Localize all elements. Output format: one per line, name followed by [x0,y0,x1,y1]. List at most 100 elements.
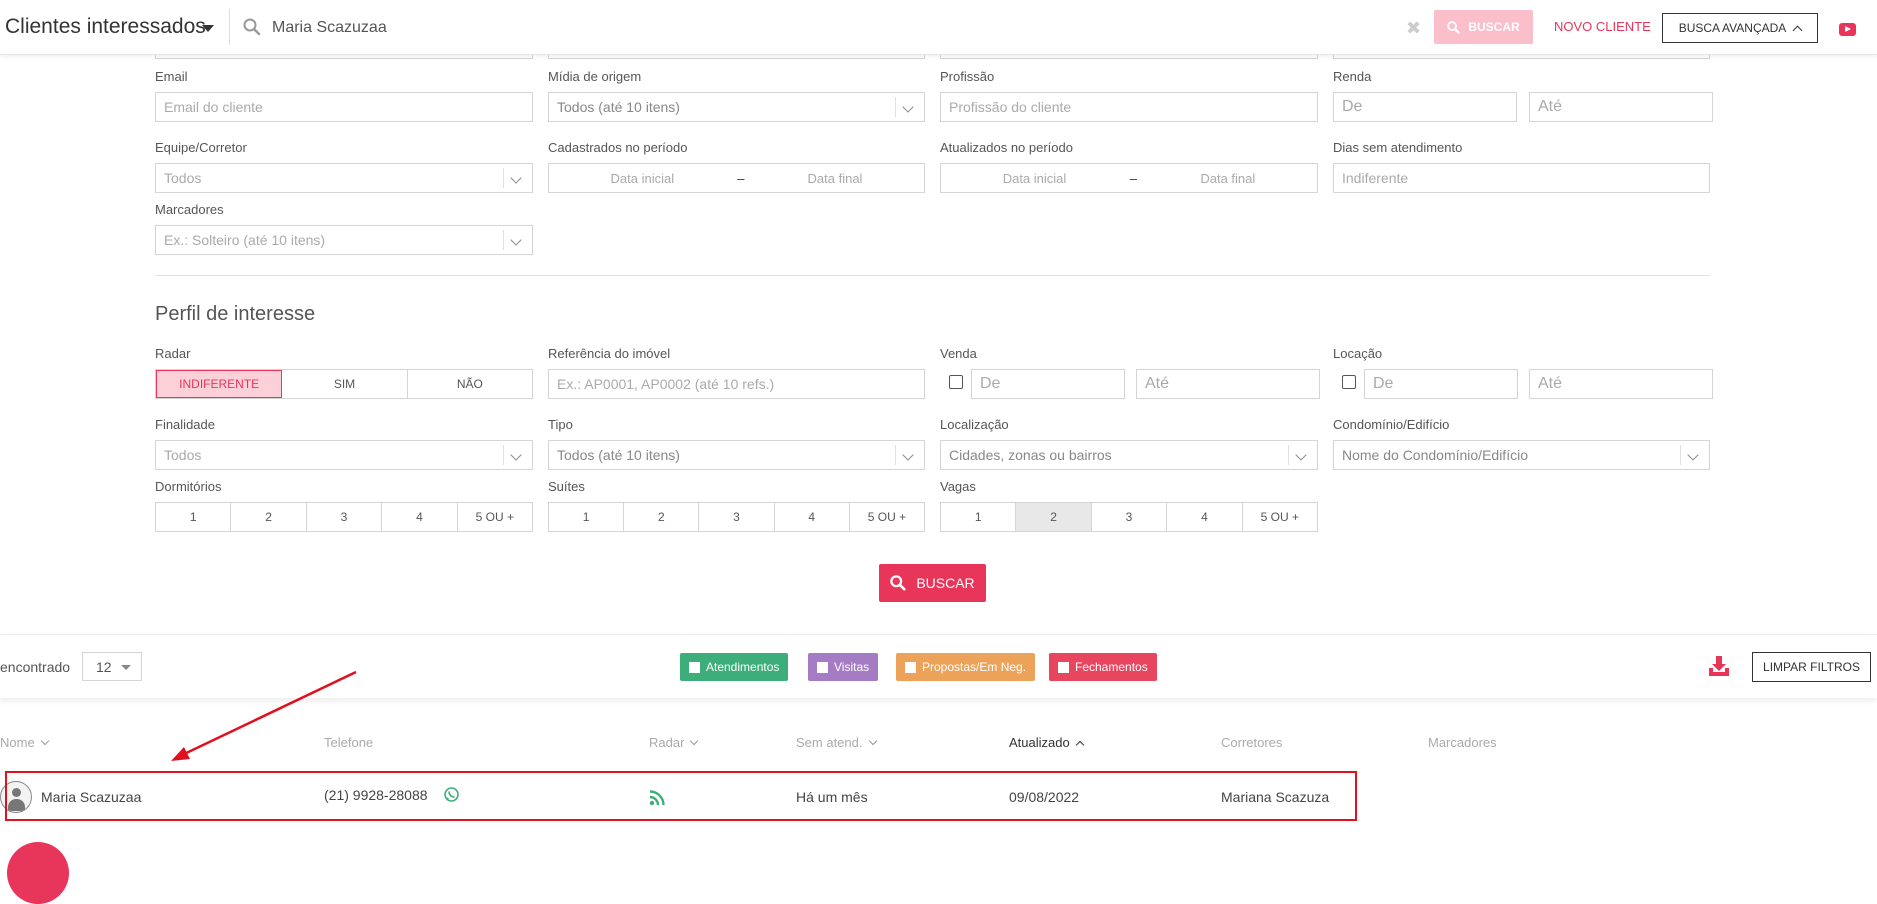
caret-down-icon[interactable] [202,25,214,32]
locacao-de-field[interactable]: De [1364,369,1518,399]
vagas-toggle: 1 2 3 4 5 OU + [940,502,1318,532]
locacao-de-placeholder: De [1373,375,1394,392]
vagas-option[interactable]: 1 [941,503,1017,531]
novo-cliente-link[interactable]: NOVO CLIENTE [1554,19,1651,34]
data-inicial[interactable]: Data inicial [1003,171,1067,186]
radar-label: Radar [155,346,191,361]
vagas-option[interactable]: 3 [1092,503,1168,531]
tag-fechamentos[interactable]: Fechamentos [1049,653,1157,681]
dormitorios-option[interactable]: 4 [382,503,458,531]
suites-option[interactable]: 1 [549,503,625,531]
localizacao-label: Localização [940,417,1009,432]
chevron-up-icon [1075,740,1084,749]
busca-avancada-label: BUSCA AVANÇADA [1678,21,1787,35]
renda-de-field[interactable]: De [1333,92,1517,122]
dormitorios-option[interactable]: 1 [156,503,232,531]
suites-option[interactable]: 4 [775,503,850,531]
suites-option[interactable]: 5 OU + [850,503,924,531]
localizacao-value: Cidades, zonas ou bairros [949,447,1112,463]
chevron-down-icon [40,736,49,745]
renda-label: Renda [1333,69,1372,84]
suites-option[interactable]: 2 [624,503,700,531]
youtube-icon[interactable] [1839,23,1856,36]
locacao-label: Locação [1333,346,1383,361]
dias-field[interactable]: Indiferente [1333,163,1710,193]
vagas-option[interactable]: 5 OU + [1243,503,1317,531]
marcadores-label: Marcadores [155,202,224,217]
cadastrados-range[interactable]: Data inicial – Data final [548,163,925,193]
radar-option-indiferente[interactable]: INDIFERENTE [156,370,283,398]
suites-option[interactable]: 3 [699,503,775,531]
per-page-select[interactable]: 12 [82,652,142,681]
col-label: Nome [0,735,35,750]
venda-de-field[interactable]: De [971,369,1125,399]
marcadores-value: Ex.: Solteiro (até 10 itens) [164,232,326,248]
dias-label: Dias sem atendimento [1333,140,1463,155]
dormitorios-option[interactable]: 5 OU + [458,503,532,531]
email-field[interactable]: Email do cliente [155,92,533,122]
data-final[interactable]: Data final [808,171,863,186]
buscar-main-label: BUSCAR [916,575,975,591]
dormitorios-option[interactable]: 3 [307,503,383,531]
radar-toggle: INDIFERENTE SIM NÃO [155,369,533,399]
atualizados-range[interactable]: Data inicial – Data final [940,163,1318,193]
results-bar: encontrado 12 Atendimentos Visitas Propo… [0,634,1877,698]
buscar-button[interactable]: BUSCAR [1434,10,1533,44]
locacao-ate-field[interactable]: Até [1529,369,1713,399]
data-inicial[interactable]: Data inicial [611,171,675,186]
busca-avancada-button[interactable]: BUSCA AVANÇADA [1662,13,1818,43]
limpar-filtros-button[interactable]: LIMPAR FILTROS [1752,652,1871,682]
chat-bubble-button[interactable] [7,842,69,904]
vagas-option-selected[interactable]: 2 [1016,503,1092,531]
annotation-arrow [171,670,357,761]
col-header-sem-atend[interactable]: Sem atend. [796,735,877,750]
dormitorios-toggle: 1 2 3 4 5 OU + [155,502,533,532]
condominio-select[interactable]: Nome do Condomínio/Edifício [1333,440,1710,470]
checkbox-icon [905,661,916,673]
renda-ate-field[interactable]: Até [1529,92,1713,122]
data-final[interactable]: Data final [1200,171,1255,186]
col-header-atualizado[interactable]: Atualizado [1009,735,1084,750]
checkbox-icon [689,661,700,673]
locacao-checkbox[interactable] [1342,375,1356,389]
buscar-main-button[interactable]: BUSCAR [879,564,986,602]
tag-atendimentos[interactable]: Atendimentos [680,653,789,681]
col-header-corretores: Corretores [1221,735,1282,750]
equipe-label: Equipe/Corretor [155,140,247,155]
venda-label: Venda [940,346,977,361]
profissao-label: Profissão [940,69,995,84]
marcadores-select[interactable]: Ex.: Solteiro (até 10 itens) [155,225,533,255]
tag-propostas[interactable]: Propostas/Em Neg. [896,653,1036,681]
referencia-field[interactable]: Ex.: AP0001, AP0002 (até 10 refs.) [548,369,925,399]
cadastrados-label: Cadastrados no período [548,140,688,155]
col-header-radar[interactable]: Radar [649,735,699,750]
venda-ate-field[interactable]: Até [1136,369,1320,399]
vagas-option[interactable]: 4 [1167,503,1243,531]
search-input[interactable] [272,14,872,42]
col-header-telefone: Telefone [324,735,373,750]
profissao-field[interactable]: Profissão do cliente [940,92,1318,122]
finalidade-label: Finalidade [155,417,215,432]
midia-select[interactable]: Todos (até 10 itens) [548,92,925,122]
condominio-value: Nome do Condomínio/Edifício [1342,447,1528,463]
radar-option-sim[interactable]: SIM [282,370,408,398]
top-bar: Clientes interessados ✖ BUSCAR NOVO CLIE… [0,0,1877,55]
tag-visitas[interactable]: Visitas [808,653,879,681]
venda-checkbox[interactable] [949,375,963,389]
suites-toggle: 1 2 3 4 5 OU + [548,502,925,532]
finalidade-select[interactable]: Todos [155,440,533,470]
col-header-nome[interactable]: Nome [0,735,49,750]
radar-option-nao[interactable]: NÃO [408,370,532,398]
referencia-placeholder: Ex.: AP0001, AP0002 (até 10 refs.) [557,376,775,392]
tipo-select[interactable]: Todos (até 10 itens) [548,440,925,470]
search-icon [1447,20,1460,34]
localizacao-select[interactable]: Cidades, zonas ou bairros [940,440,1318,470]
clear-icon[interactable]: ✖ [1406,18,1421,39]
tag-label: Visitas [834,660,870,674]
col-label: Atualizado [1009,735,1070,750]
chevron-down-icon [690,736,699,745]
page-title[interactable]: Clientes interessados [5,15,206,39]
download-icon[interactable] [1708,655,1730,677]
equipe-select[interactable]: Todos [155,163,533,193]
dormitorios-option[interactable]: 2 [231,503,307,531]
